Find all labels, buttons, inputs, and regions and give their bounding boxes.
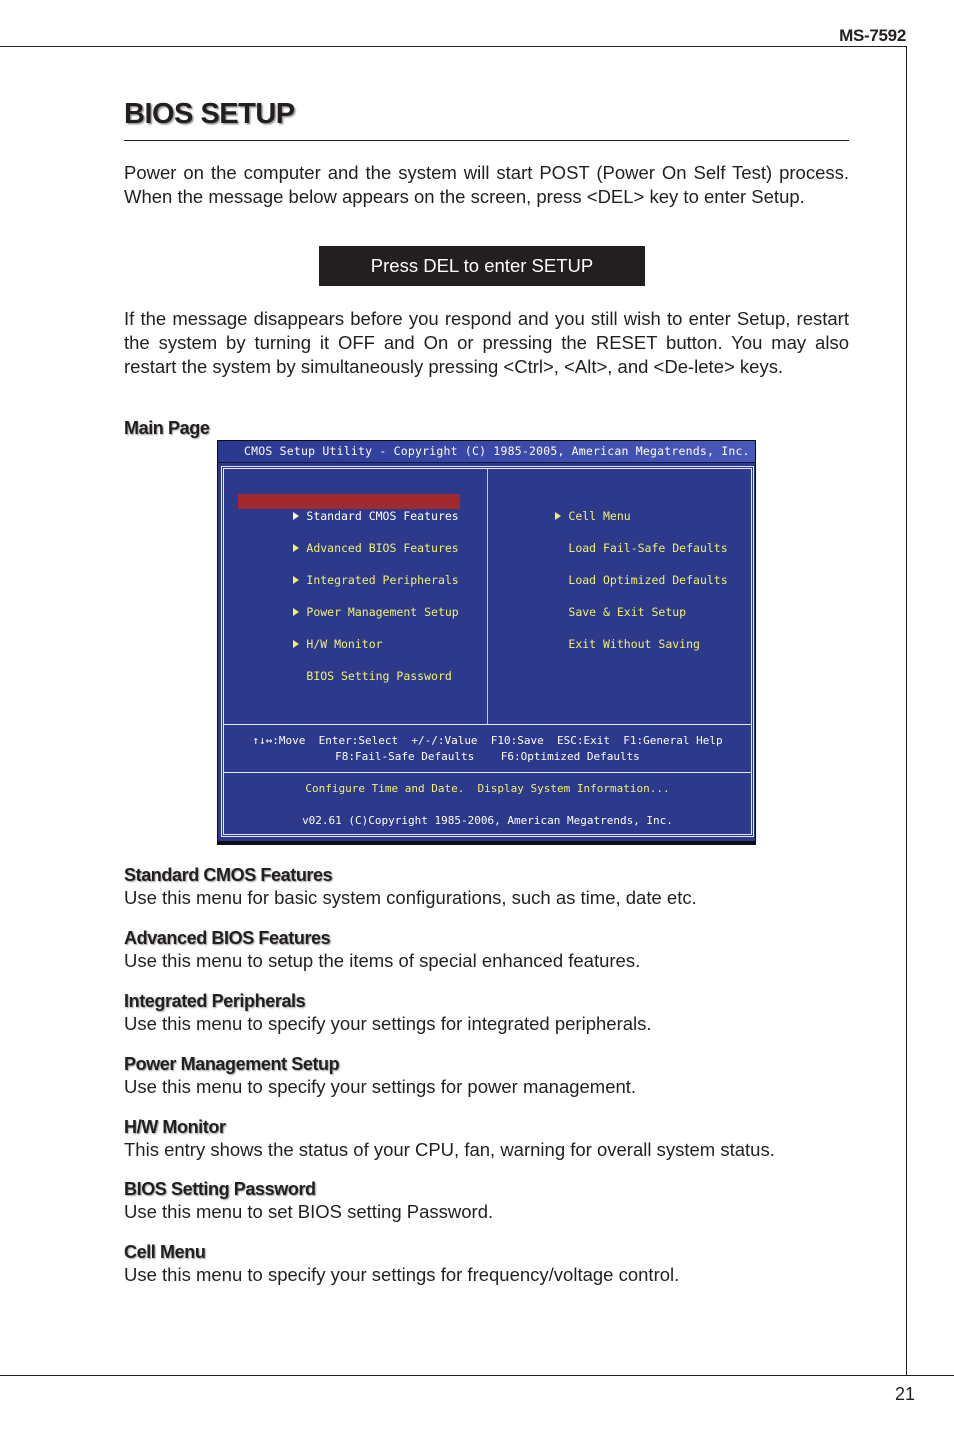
section-standard-cmos: Standard CMOS Features Use this menu for… <box>124 864 864 910</box>
bios-version: v02.61 (C)Copyright 1985-2006, American … <box>302 814 673 827</box>
main-page-label: Main Page <box>124 418 210 438</box>
model-number: MS-7592 <box>839 26 906 45</box>
bios-menu-item-advanced-bios[interactable]: Advanced BIOS Features <box>238 526 459 555</box>
bios-title: CMOS Setup Utility - Copyright (C) 1985-… <box>244 444 750 458</box>
bios-menu-label: Save & Exit Setup <box>568 605 687 619</box>
section-heading: H/W Monitor <box>124 1117 226 1137</box>
bios-menu-item-load-failsafe[interactable]: Load Fail-Safe Defaults <box>500 526 727 555</box>
section-heading: BIOS Setting Password <box>124 1179 316 1199</box>
section-advanced-bios: Advanced BIOS Features Use this menu to … <box>124 927 864 973</box>
section-heading: Standard CMOS Features <box>124 865 333 885</box>
bios-screen: CMOS Setup Utility - Copyright (C) 1985-… <box>218 441 755 841</box>
bios-menu-label: Load Optimized Defaults <box>568 573 728 587</box>
section-heading: Power Management Setup <box>124 1054 340 1074</box>
bios-desc-divider <box>224 772 751 773</box>
section-body: Use this menu to specify your settings f… <box>124 1076 637 1097</box>
bios-menu-item-cell-menu[interactable]: Cell Menu <box>500 494 631 523</box>
bios-menu-label: Standard CMOS Features <box>306 509 459 523</box>
bios-title-bar: CMOS Setup Utility - Copyright (C) 1985-… <box>218 441 755 463</box>
header-rule <box>0 46 907 47</box>
section-body: Use this menu to setup the items of spec… <box>124 950 641 971</box>
del-prompt-text: Press DEL to enter SETUP <box>370 255 594 276</box>
bios-column-divider <box>487 469 488 724</box>
bios-frame: Standard CMOS Features Advanced BIOS Fea… <box>221 466 754 837</box>
submenu-arrow-icon <box>555 512 562 520</box>
section-cell-menu: Cell Menu Use this menu to specify your … <box>124 1241 864 1287</box>
restart-paragraph: If the message disappears before you res… <box>124 308 849 377</box>
bios-screenshot: CMOS Setup Utility - Copyright (C) 1985-… <box>217 440 756 845</box>
bios-menu-item-load-optimized[interactable]: Load Optimized Defaults <box>500 558 727 587</box>
section-heading: Integrated Peripherals <box>124 991 306 1011</box>
bios-menu-label: H/W Monitor <box>306 637 383 651</box>
section-bios-password: BIOS Setting Password Use this menu to s… <box>124 1178 864 1224</box>
section-integrated-peripherals: Integrated Peripherals Use this menu to … <box>124 990 864 1036</box>
bios-help-line-1: ↑↓↔:Move Enter:Select +/-/:Value F10:Sav… <box>252 734 723 747</box>
section-heading: Advanced BIOS Features <box>124 928 331 948</box>
title-underline <box>124 140 849 141</box>
bios-menu-item-integrated-peripherals[interactable]: Integrated Peripherals <box>238 558 459 587</box>
page-number: 21 <box>895 1384 916 1404</box>
bios-menu-item-save-exit[interactable]: Save & Exit Setup <box>500 590 686 619</box>
bios-menu-label: Cell Menu <box>568 509 631 523</box>
bios-help-divider <box>224 724 751 725</box>
bios-menu-label: Advanced BIOS Features <box>306 541 459 555</box>
section-power-management: Power Management Setup Use this menu to … <box>124 1053 864 1099</box>
bios-menu-item-bios-password[interactable]: BIOS Setting Password <box>238 654 451 683</box>
bios-help-line-2: F8:Fail-Safe Defaults F6:Optimized Defau… <box>335 750 640 763</box>
bios-menu-label: Exit Without Saving <box>568 637 700 651</box>
bios-menu-item-standard-cmos[interactable]: Standard CMOS Features <box>238 494 460 523</box>
bios-menu-item-hw-monitor[interactable]: H/W Monitor <box>238 622 383 651</box>
section-body: Use this menu to specify your settings f… <box>124 1264 680 1285</box>
del-prompt-box: Press DEL to enter SETUP <box>319 246 645 286</box>
intro-paragraph: Power on the computer and the system wil… <box>124 162 849 207</box>
bios-menu-label: BIOS Setting Password <box>306 669 452 683</box>
bios-item-description: Configure Time and Date. Display System … <box>305 782 670 795</box>
section-heading: Cell Menu <box>124 1242 206 1262</box>
bios-menu-label: Power Management Setup <box>306 605 459 619</box>
footer-rule <box>0 1375 954 1376</box>
section-body: Use this menu to set BIOS setting Passwo… <box>124 1201 494 1222</box>
section-body: This entry shows the status of your CPU,… <box>124 1139 775 1160</box>
margin-rule <box>906 46 907 1376</box>
section-body: Use this menu to specify your settings f… <box>124 1013 652 1034</box>
section-hw-monitor: H/W Monitor This entry shows the status … <box>124 1116 864 1162</box>
submenu-arrow-icon <box>293 640 300 648</box>
submenu-arrow-icon <box>293 544 300 552</box>
bios-menu-label: Load Fail-Safe Defaults <box>568 541 728 555</box>
bios-menu-label: Integrated Peripherals <box>306 573 459 587</box>
submenu-arrow-icon <box>293 608 300 616</box>
page-title: BIOS SETUP <box>124 98 295 130</box>
submenu-arrow-icon <box>293 576 300 584</box>
bios-menu-item-exit-without-saving[interactable]: Exit Without Saving <box>500 622 700 651</box>
section-body: Use this menu for basic system configura… <box>124 887 697 908</box>
bios-menu-item-power-management[interactable]: Power Management Setup <box>238 590 459 619</box>
submenu-arrow-icon <box>293 512 300 520</box>
